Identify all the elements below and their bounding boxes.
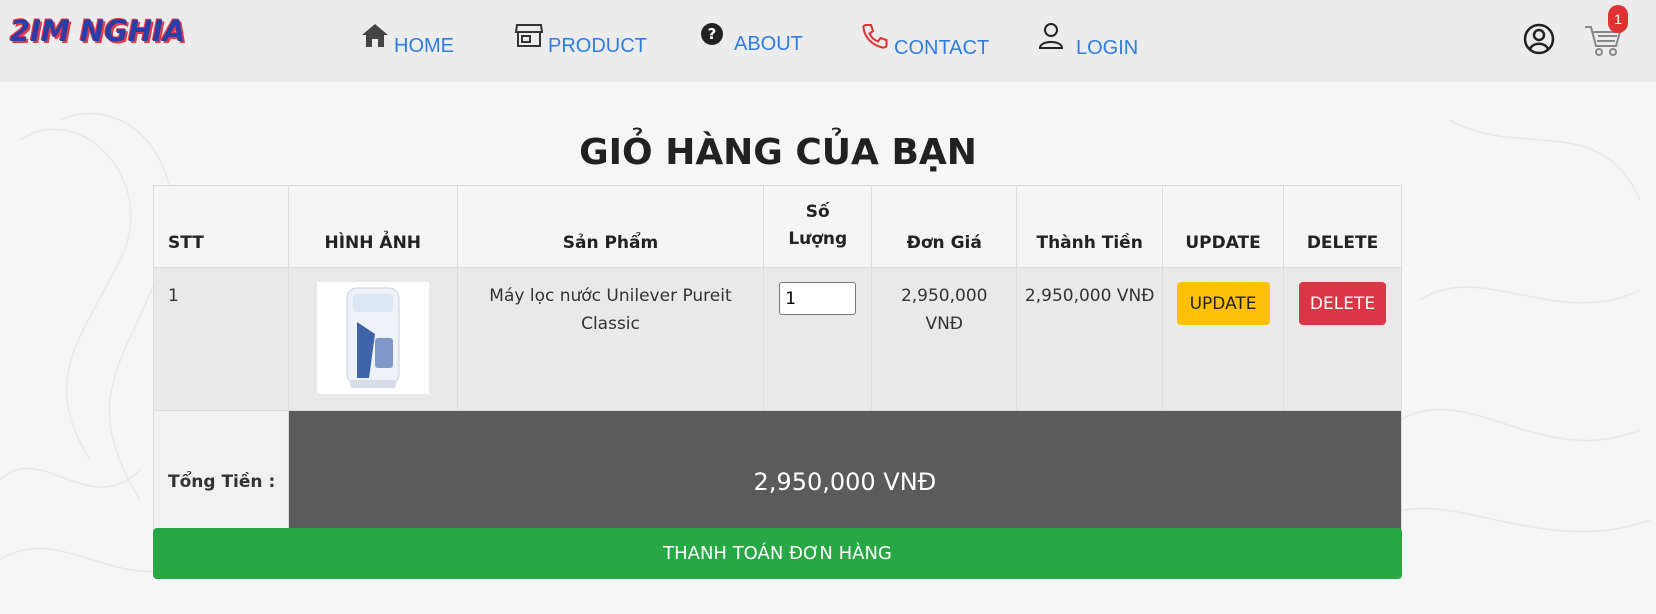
column-header-image: HÌNH ẢNH bbox=[287, 185, 458, 268]
nav-about-label: ABOUT bbox=[734, 33, 803, 55]
account-button[interactable] bbox=[1522, 22, 1556, 61]
quantity-cell bbox=[763, 267, 873, 411]
top-navbar: 2IM NGHIA HOME PRODUCT ? ABOUT CONTACT L… bbox=[0, 0, 1656, 82]
nav-login[interactable]: LOGIN bbox=[1038, 22, 1138, 59]
delete-cell: DELETE bbox=[1283, 267, 1402, 411]
column-header-line-total: Thành Tiền bbox=[1016, 185, 1164, 268]
line-total: 2,950,000 VNĐ bbox=[1016, 267, 1164, 411]
update-cell: UPDATE bbox=[1162, 267, 1285, 411]
page-title: GIỎ HÀNG CỦA BẠN bbox=[579, 132, 977, 173]
column-header-stt: STT bbox=[153, 185, 289, 268]
nav-login-label: LOGIN bbox=[1076, 37, 1139, 59]
user-icon bbox=[1038, 22, 1064, 56]
phone-icon bbox=[860, 22, 890, 56]
cart-page: GIỎ HÀNG CỦA BẠN STT HÌNH ẢNH Sản Phẩm S… bbox=[0, 82, 1656, 614]
checkout-button[interactable]: THANH TOÁN ĐƠN HÀNG bbox=[153, 528, 1402, 579]
store-icon bbox=[514, 22, 544, 54]
home-icon bbox=[360, 22, 390, 54]
cart-count-badge: 1 bbox=[1608, 5, 1628, 33]
nav-product-label: PRODUCT bbox=[548, 35, 647, 57]
nav-about[interactable]: ? ABOUT bbox=[700, 22, 803, 55]
table-header-row: STT HÌNH ẢNH Sản Phẩm Số Lượng Đơn Giá T… bbox=[153, 185, 1402, 268]
delete-button[interactable]: DELETE bbox=[1299, 282, 1386, 325]
product-image bbox=[316, 282, 429, 394]
question-icon: ? bbox=[700, 22, 724, 52]
quantity-input[interactable] bbox=[779, 282, 857, 315]
table-row: 1 Máy lọc nước Unilever Pureit Classic 1… bbox=[153, 267, 1402, 411]
update-button[interactable]: UPDATE bbox=[1176, 282, 1270, 325]
nav-contact-label: CONTACT bbox=[894, 37, 990, 59]
unit-price: 2,950,000 VNĐ bbox=[871, 267, 1018, 411]
nav-product[interactable]: PRODUCT bbox=[514, 22, 647, 57]
product-name: Máy lọc nước Unilever Pureit Classic bbox=[456, 267, 765, 411]
column-header-quantity: Số Lượng bbox=[763, 185, 873, 268]
nav-home[interactable]: HOME bbox=[360, 22, 454, 57]
cart-table: STT HÌNH ẢNH Sản Phẩm Số Lượng Đơn Giá T… bbox=[153, 185, 1403, 554]
account-circle-icon bbox=[1523, 23, 1555, 55]
product-image-cell bbox=[287, 267, 458, 411]
nav-home-label: HOME bbox=[394, 35, 454, 57]
svg-text:?: ? bbox=[708, 25, 717, 43]
column-header-update: UPDATE bbox=[1162, 185, 1285, 268]
column-header-unit-price: Đơn Giá bbox=[871, 185, 1018, 268]
nav-contact[interactable]: CONTACT bbox=[860, 22, 989, 59]
column-header-delete: DELETE bbox=[1283, 185, 1402, 268]
site-logo[interactable]: 2IM NGHIA bbox=[10, 14, 186, 48]
row-stt: 1 bbox=[153, 267, 289, 411]
column-header-product: Sản Phẩm bbox=[456, 185, 765, 268]
